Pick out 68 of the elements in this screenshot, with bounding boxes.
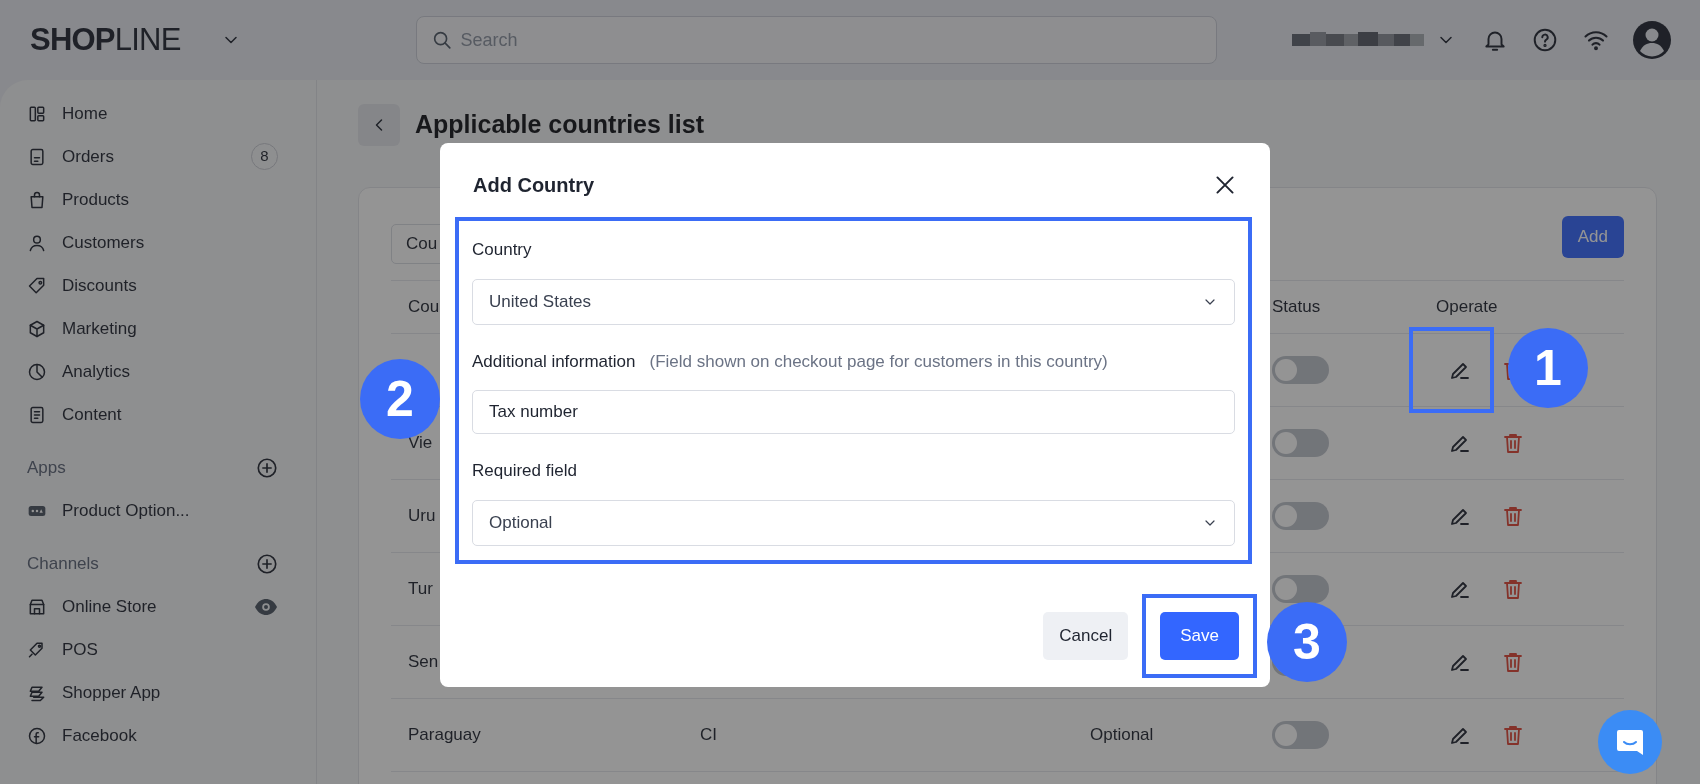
help-icon bbox=[1531, 27, 1558, 53]
table-cell: CI bbox=[700, 725, 717, 745]
dialog-title: Add Country bbox=[473, 173, 595, 198]
table-cell: Optional bbox=[1090, 725, 1154, 745]
cancel-button[interactable]: Cancel bbox=[1043, 611, 1129, 660]
toggle-switch[interactable] bbox=[1272, 429, 1329, 457]
trash-icon bbox=[1501, 504, 1525, 528]
sidebar-item[interactable]: Content bbox=[0, 393, 316, 436]
delete-button[interactable] bbox=[1501, 431, 1525, 455]
document-icon bbox=[27, 146, 47, 167]
field-label: Additional information bbox=[472, 350, 636, 373]
logo[interactable]: SHOPLINE bbox=[30, 16, 181, 64]
cube-icon bbox=[27, 318, 47, 339]
section-heading: Channels bbox=[27, 552, 100, 575]
add-button[interactable]: Add bbox=[1561, 216, 1624, 258]
delete-button[interactable] bbox=[1501, 504, 1525, 528]
trash-icon bbox=[1501, 431, 1525, 455]
sidebar-item[interactable]: Customers bbox=[0, 221, 316, 264]
column-header: Cou bbox=[408, 297, 440, 317]
facebook-icon bbox=[27, 725, 47, 746]
add-icon bbox=[256, 456, 278, 479]
toggle-switch[interactable] bbox=[1272, 502, 1329, 530]
sidebar-item[interactable]: POS bbox=[0, 628, 316, 671]
tag-icon bbox=[27, 275, 47, 296]
sidebar-item[interactable]: Marketing bbox=[0, 307, 316, 350]
column-header: Status bbox=[1272, 297, 1321, 317]
toggle-switch[interactable] bbox=[1272, 575, 1329, 603]
help-button[interactable] bbox=[1531, 27, 1558, 53]
field-label: Required field bbox=[472, 460, 577, 482]
avatar-icon bbox=[1632, 21, 1671, 59]
sidebar-item[interactable]: Product Option... bbox=[0, 489, 316, 532]
input-field[interactable]: Tax number bbox=[472, 390, 1235, 434]
sidebar-item[interactable]: Orders 8 bbox=[0, 135, 316, 178]
field-hint: (Field shown on checkout page for customers in this country) bbox=[649, 350, 1108, 373]
sidebar-item[interactable]: Home bbox=[0, 92, 316, 135]
add-icon bbox=[256, 552, 278, 575]
avatar-button[interactable] bbox=[1632, 21, 1671, 59]
trash-icon bbox=[1501, 650, 1525, 674]
delete-button[interactable] bbox=[1501, 577, 1525, 601]
bag-icon bbox=[27, 189, 47, 210]
trash-icon bbox=[1501, 723, 1525, 747]
section-heading: Apps bbox=[27, 456, 67, 479]
save-button[interactable]: Save bbox=[1160, 611, 1239, 660]
toggle-switch[interactable] bbox=[1272, 721, 1329, 749]
column-header: Operate bbox=[1436, 297, 1498, 317]
trash-icon bbox=[1501, 577, 1525, 601]
add-button[interactable] bbox=[256, 552, 278, 575]
sidebar-item[interactable]: Online Store bbox=[0, 585, 316, 628]
table-cell: Tur bbox=[408, 579, 433, 599]
table-cell: Uru bbox=[408, 506, 436, 526]
table-cell: Sen bbox=[408, 652, 439, 672]
sidebar-item[interactable]: Discounts bbox=[0, 264, 316, 307]
pie-chart-icon bbox=[27, 361, 47, 382]
toggle-switch[interactable] bbox=[1272, 356, 1329, 384]
document-icon bbox=[27, 404, 47, 425]
sidebar-item[interactable]: Shopper App bbox=[0, 671, 316, 714]
field-label: Country bbox=[472, 239, 532, 261]
delete-button[interactable] bbox=[1501, 650, 1525, 674]
page-title: Applicable countries list bbox=[415, 109, 704, 141]
sidebar-item[interactable]: Products bbox=[0, 178, 316, 221]
delete-button[interactable] bbox=[1501, 723, 1525, 747]
table-cell: Paraguay bbox=[408, 725, 481, 745]
sidebar-item[interactable]: Facebook bbox=[0, 714, 316, 757]
select-field[interactable]: Optional bbox=[472, 499, 1235, 546]
select-field[interactable]: United States bbox=[472, 278, 1235, 325]
sidebar-item[interactable]: Analytics bbox=[0, 350, 316, 393]
chat-icon bbox=[1615, 727, 1645, 757]
add-button[interactable] bbox=[256, 456, 278, 479]
